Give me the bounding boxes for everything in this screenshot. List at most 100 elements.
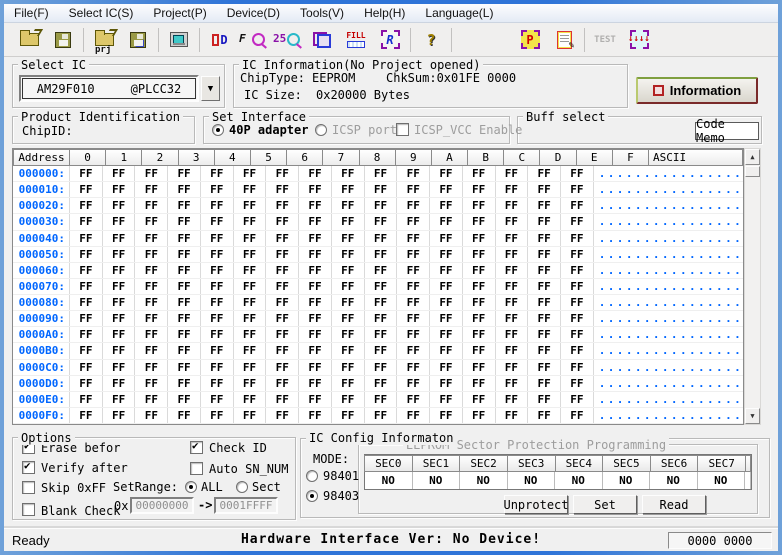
hex-byte-cell[interactable]: FF <box>103 311 136 326</box>
hex-byte-cell[interactable]: FF <box>201 166 234 181</box>
read-chip-button[interactable]: R <box>373 26 407 54</box>
hex-byte-cell[interactable]: FF <box>135 408 168 423</box>
hex-byte-cell[interactable]: FF <box>561 327 594 342</box>
hex-byte-cell[interactable]: FF <box>430 198 463 213</box>
set-button[interactable]: Set <box>573 495 637 514</box>
hex-byte-cell[interactable]: FF <box>365 247 398 262</box>
hex-byte-cell[interactable]: FF <box>299 214 332 229</box>
hex-byte-cell[interactable]: FF <box>496 343 529 358</box>
hex-byte-cell[interactable]: FF <box>201 408 234 423</box>
hex-byte-cell[interactable]: FF <box>561 311 594 326</box>
hex-byte-cell[interactable]: FF <box>528 214 561 229</box>
hex-byte-cell[interactable]: FF <box>463 392 496 407</box>
hex-byte-cell[interactable]: FF <box>135 392 168 407</box>
hex-byte-cell[interactable]: FF <box>234 263 267 278</box>
hex-byte-cell[interactable]: FF <box>70 311 103 326</box>
ic-select-combobox[interactable]: AM29F010 @PLCC32 <box>19 75 199 102</box>
radio-range-all[interactable] <box>185 481 197 493</box>
find-button[interactable]: F <box>237 26 271 54</box>
buff-select-value[interactable]: Code Memo <box>695 122 759 140</box>
hex-byte-cell[interactable]: FF <box>299 360 332 375</box>
hex-byte-cell[interactable]: FF <box>135 279 168 294</box>
hex-byte-cell[interactable]: FF <box>299 295 332 310</box>
hex-byte-cell[interactable]: FF <box>463 327 496 342</box>
hex-byte-cell[interactable]: FF <box>365 311 398 326</box>
open-project-button[interactable]: prj <box>87 26 121 54</box>
hex-byte-cell[interactable]: FF <box>496 327 529 342</box>
hex-byte-cell[interactable]: FF <box>135 311 168 326</box>
hex-byte-cell[interactable]: FF <box>528 408 561 423</box>
hex-byte-cell[interactable]: FF <box>135 198 168 213</box>
hex-byte-cell[interactable]: FF <box>168 376 201 391</box>
hex-byte-cell[interactable]: FF <box>561 198 594 213</box>
hex-byte-cell[interactable]: FF <box>168 247 201 262</box>
hex-byte-cell[interactable]: FF <box>496 311 529 326</box>
help-button[interactable]: ? <box>414 26 448 54</box>
hex-byte-cell[interactable]: FF <box>103 231 136 246</box>
fill-buffer-button[interactable]: FILL <box>339 26 373 54</box>
hex-byte-cell[interactable]: FF <box>430 263 463 278</box>
hex-byte-cell[interactable]: FF <box>332 214 365 229</box>
hex-byte-cell[interactable]: FF <box>201 263 234 278</box>
hex-byte-cell[interactable]: FF <box>266 376 299 391</box>
range-start-input[interactable]: 00000000 <box>130 497 194 514</box>
vertical-scrollbar[interactable] <box>744 148 761 425</box>
hex-byte-cell[interactable]: FF <box>70 327 103 342</box>
hex-byte-cell[interactable]: FF <box>430 408 463 423</box>
hex-byte-cell[interactable]: FF <box>135 295 168 310</box>
hex-byte-cell[interactable]: FF <box>397 392 430 407</box>
hex-byte-cell[interactable]: FF <box>103 166 136 181</box>
hex-byte-cell[interactable]: FF <box>135 166 168 181</box>
hex-byte-cell[interactable]: FF <box>332 392 365 407</box>
hex-byte-cell[interactable]: FF <box>266 311 299 326</box>
hex-byte-cell[interactable]: FF <box>70 392 103 407</box>
checkbox-check-id[interactable] <box>190 441 203 454</box>
hex-byte-cell[interactable]: FF <box>103 392 136 407</box>
scroll-up-button[interactable] <box>745 149 760 165</box>
hex-byte-cell[interactable]: FF <box>332 295 365 310</box>
hex-byte-cell[interactable]: FF <box>430 360 463 375</box>
hex-byte-cell[interactable]: FF <box>561 279 594 294</box>
range-end-input[interactable]: 0001FFFF <box>214 497 278 514</box>
hex-byte-cell[interactable]: FF <box>430 231 463 246</box>
hex-byte-cell[interactable]: FF <box>496 231 529 246</box>
hex-byte-cell[interactable]: FF <box>70 376 103 391</box>
hex-byte-cell[interactable]: FF <box>528 376 561 391</box>
hex-byte-cell[interactable]: FF <box>496 247 529 262</box>
copy-swap-button[interactable] <box>305 26 339 54</box>
hex-byte-cell[interactable]: FF <box>103 376 136 391</box>
hex-byte-cell[interactable]: FF <box>463 408 496 423</box>
save-project-button[interactable] <box>121 26 155 54</box>
hex-byte-cell[interactable]: FF <box>332 279 365 294</box>
hex-byte-cell[interactable]: FF <box>528 327 561 342</box>
hex-byte-cell[interactable]: FF <box>234 279 267 294</box>
hex-byte-cell[interactable]: FF <box>168 214 201 229</box>
hex-byte-cell[interactable]: FF <box>70 166 103 181</box>
hex-byte-cell[interactable]: FF <box>299 311 332 326</box>
hex-byte-cell[interactable]: FF <box>561 343 594 358</box>
hex-byte-cell[interactable]: FF <box>561 392 594 407</box>
hex-byte-cell[interactable]: FF <box>463 311 496 326</box>
hex-byte-cell[interactable]: FF <box>234 408 267 423</box>
hex-byte-cell[interactable]: FF <box>266 408 299 423</box>
hex-byte-cell[interactable]: FF <box>135 231 168 246</box>
hex-byte-cell[interactable]: FF <box>561 295 594 310</box>
program-chip-button[interactable]: P <box>513 26 547 54</box>
hex-byte-cell[interactable]: FF <box>70 214 103 229</box>
hex-byte-cell[interactable]: FF <box>266 343 299 358</box>
hex-byte-cell[interactable]: FF <box>201 392 234 407</box>
hex-byte-cell[interactable]: FF <box>496 214 529 229</box>
checkbox-verify-after[interactable] <box>22 461 35 474</box>
hex-byte-cell[interactable]: FF <box>299 376 332 391</box>
hex-byte-cell[interactable]: FF <box>365 327 398 342</box>
hex-byte-cell[interactable]: FF <box>561 247 594 262</box>
checkbox-auto-sn[interactable] <box>190 462 203 475</box>
hex-byte-cell[interactable]: FF <box>496 166 529 181</box>
hex-byte-cell[interactable]: FF <box>332 327 365 342</box>
hex-byte-cell[interactable]: FF <box>430 376 463 391</box>
unprotect-button[interactable]: Unprotect <box>504 495 568 514</box>
hex-byte-cell[interactable]: FF <box>168 343 201 358</box>
hex-byte-cell[interactable]: FF <box>70 279 103 294</box>
auto-burn-button[interactable]: ↓↓↓↓ <box>622 26 656 54</box>
hex-buffer-table[interactable]: Address0123456789ABCDEFASCII 000000:FFFF… <box>12 148 744 425</box>
